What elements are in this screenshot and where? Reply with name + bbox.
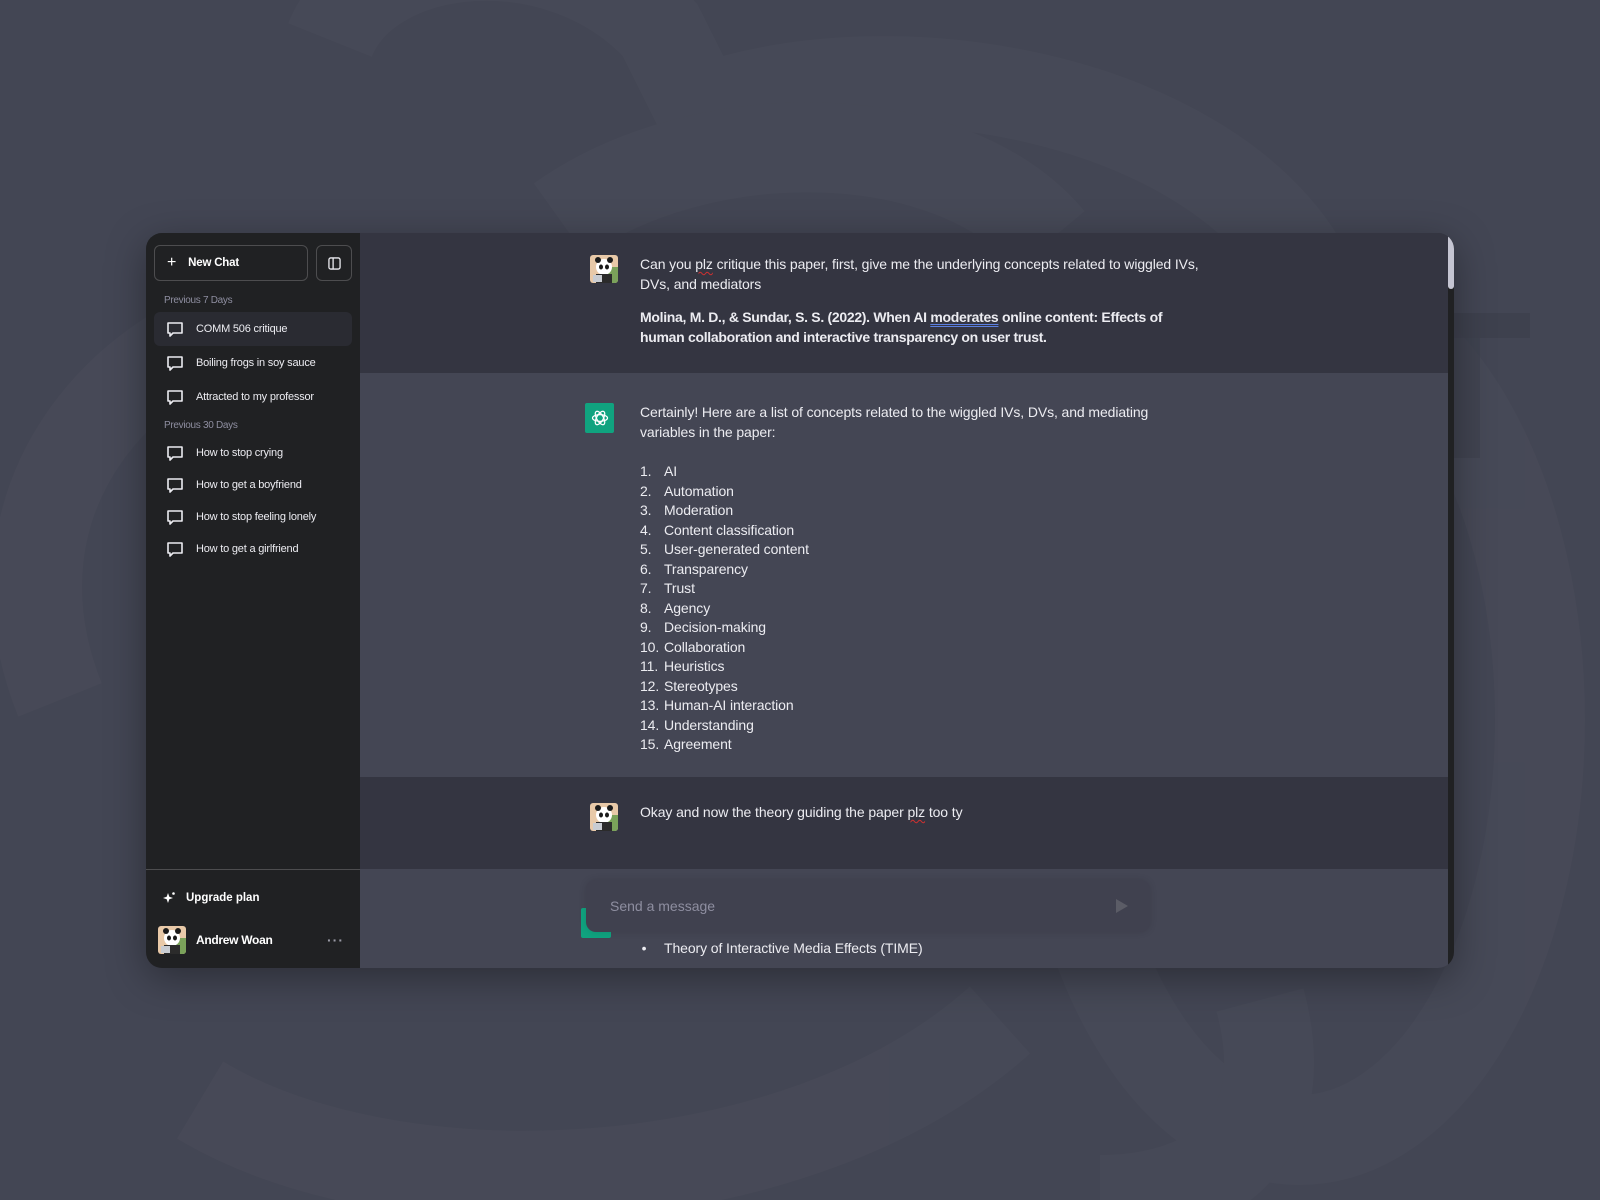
sparkle-icon <box>163 892 175 903</box>
user-message: Okay and now the theory guiding the pape… <box>360 777 1454 869</box>
chat-bubble-icon <box>167 445 183 461</box>
user-message: Can you plz critique this paper, first, … <box>360 233 1454 373</box>
more-options-icon[interactable]: ··· <box>327 932 348 948</box>
paper-citation: Molina, M. D., & Sundar, S. S. (2022). W… <box>640 309 1163 345</box>
chat-item-how-to-stop-crying[interactable]: How to stop crying <box>154 437 352 469</box>
chat-item-label: How to stop crying <box>196 447 283 459</box>
assistant-message-text: Certainly! Here are a list of concepts r… <box>640 403 1204 777</box>
chat-item-how-to-get-a-boyfriend[interactable]: How to get a boyfriend <box>154 469 352 501</box>
list-item: 10. Collaboration <box>640 638 746 655</box>
user-avatar <box>590 803 618 831</box>
chat-item-comm-506-critique[interactable]: COMM 506 critique <box>154 312 352 346</box>
panda-avatar-icon <box>590 255 618 283</box>
chat-bubble-icon <box>167 509 183 525</box>
message-input[interactable] <box>610 898 1110 914</box>
list-item: 14. Understanding <box>640 716 754 733</box>
chat-item-label: How to get a boyfriend <box>196 479 302 491</box>
chatgpt-logo-icon <box>585 403 614 433</box>
list-item: 4. Content classification <box>640 521 795 538</box>
chat-bubble-icon <box>167 355 183 371</box>
scrollbar[interactable] <box>1448 233 1454 968</box>
list-item: 9. Decision-making <box>640 619 766 635</box>
message-composer <box>586 880 1150 932</box>
list-item: 3. Moderation <box>640 502 734 518</box>
sidebar-footer: Upgrade plan Andrew Woan ··· <box>146 869 360 968</box>
chat-item-label: How to stop feeling lonely <box>196 511 317 523</box>
list-item: 11. Heuristics <box>640 658 725 674</box>
list-item: 6. Transparency <box>640 560 748 577</box>
chat-item-attracted-to-professor[interactable]: Attracted to my professor <box>154 380 352 414</box>
scrollbar-thumb[interactable] <box>1448 233 1454 289</box>
send-icon <box>1116 899 1128 913</box>
chat-item-label: Boiling frogs in soy sauce <box>196 357 316 369</box>
list-item: 15. Agreement <box>640 736 732 752</box>
list-item: 1. AI <box>640 463 678 479</box>
plus-icon: + <box>167 254 177 271</box>
chat-main: Can you plz critique this paper, first, … <box>360 233 1454 968</box>
user-prompt: Can you plz critique this paper, first, … <box>640 256 1199 292</box>
user-avatar <box>158 926 186 954</box>
list-item: 12. Stereotypes <box>640 677 738 694</box>
list-item: 5. User-generated content <box>640 541 809 557</box>
chat-item-label: How to get a girlfriend <box>196 543 299 555</box>
sidebar: + New Chat Previous 7 Days COMM 506 crit… <box>146 233 360 968</box>
chat-item-label: Attracted to my professor <box>196 391 314 403</box>
panda-avatar-icon <box>158 926 186 954</box>
upgrade-plan-label: Upgrade plan <box>186 892 260 904</box>
user-name: Andrew Woan <box>196 933 273 947</box>
sidebar-panel-icon <box>327 256 341 270</box>
panda-avatar-icon <box>590 803 618 831</box>
sidebar-top-bar: + New Chat <box>154 245 352 281</box>
assistant-message: Certainly! Here are a list of concepts r… <box>360 373 1454 777</box>
send-button[interactable] <box>1110 894 1134 918</box>
section-label-previous-7-days: Previous 7 Days <box>164 295 233 306</box>
chat-bubble-icon <box>167 541 183 557</box>
list-item: 8. Agency <box>640 599 711 616</box>
list-item: • Theory of Interactive Media Effects (T… <box>641 940 923 956</box>
new-chat-label: New Chat <box>188 257 239 269</box>
chat-item-boiling-frogs[interactable]: Boiling frogs in soy sauce <box>154 346 352 380</box>
grammar-flagged-word: moderates <box>930 309 999 325</box>
misspelled-word: plz <box>907 804 926 820</box>
chatgpt-window: + New Chat Previous 7 Days COMM 506 crit… <box>146 233 1454 968</box>
list-item: 2. Automation <box>640 482 734 499</box>
toggle-sidebar-button[interactable] <box>316 245 352 281</box>
user-message-text: Can you plz critique this paper, first, … <box>640 255 1204 373</box>
chat-bubble-icon <box>167 477 183 493</box>
new-chat-button[interactable]: + New Chat <box>154 245 308 281</box>
chat-item-how-to-get-a-girlfriend[interactable]: How to get a girlfriend <box>154 533 352 565</box>
upgrade-plan-button[interactable]: Upgrade plan <box>154 878 352 918</box>
concepts-list: 1. AI 2. Automation 3. Moderation 4. Content… <box>640 462 1204 755</box>
list-item: 13. Human-AI interaction <box>640 697 794 713</box>
assistant-intro: Certainly! Here are a list of concepts r… <box>640 404 1149 440</box>
assistant-message-text: • Theory of Interactive Media Effects (T… <box>640 939 923 968</box>
user-avatar <box>590 255 618 283</box>
user-message-text: Okay and now the theory guiding the pape… <box>640 804 963 820</box>
chat-bubble-icon <box>167 321 183 337</box>
misspelled-word: plz <box>695 256 713 272</box>
section-label-previous-30-days: Previous 30 Days <box>164 420 238 431</box>
user-menu[interactable]: Andrew Woan ··· <box>154 918 352 962</box>
openai-knot-icon <box>591 410 608 426</box>
chat-item-label: COMM 506 critique <box>196 323 288 335</box>
chat-item-how-to-stop-feeling-lonely[interactable]: How to stop feeling lonely <box>154 501 352 533</box>
chat-bubble-icon <box>167 389 183 405</box>
list-item: 7. Trust <box>640 580 695 596</box>
